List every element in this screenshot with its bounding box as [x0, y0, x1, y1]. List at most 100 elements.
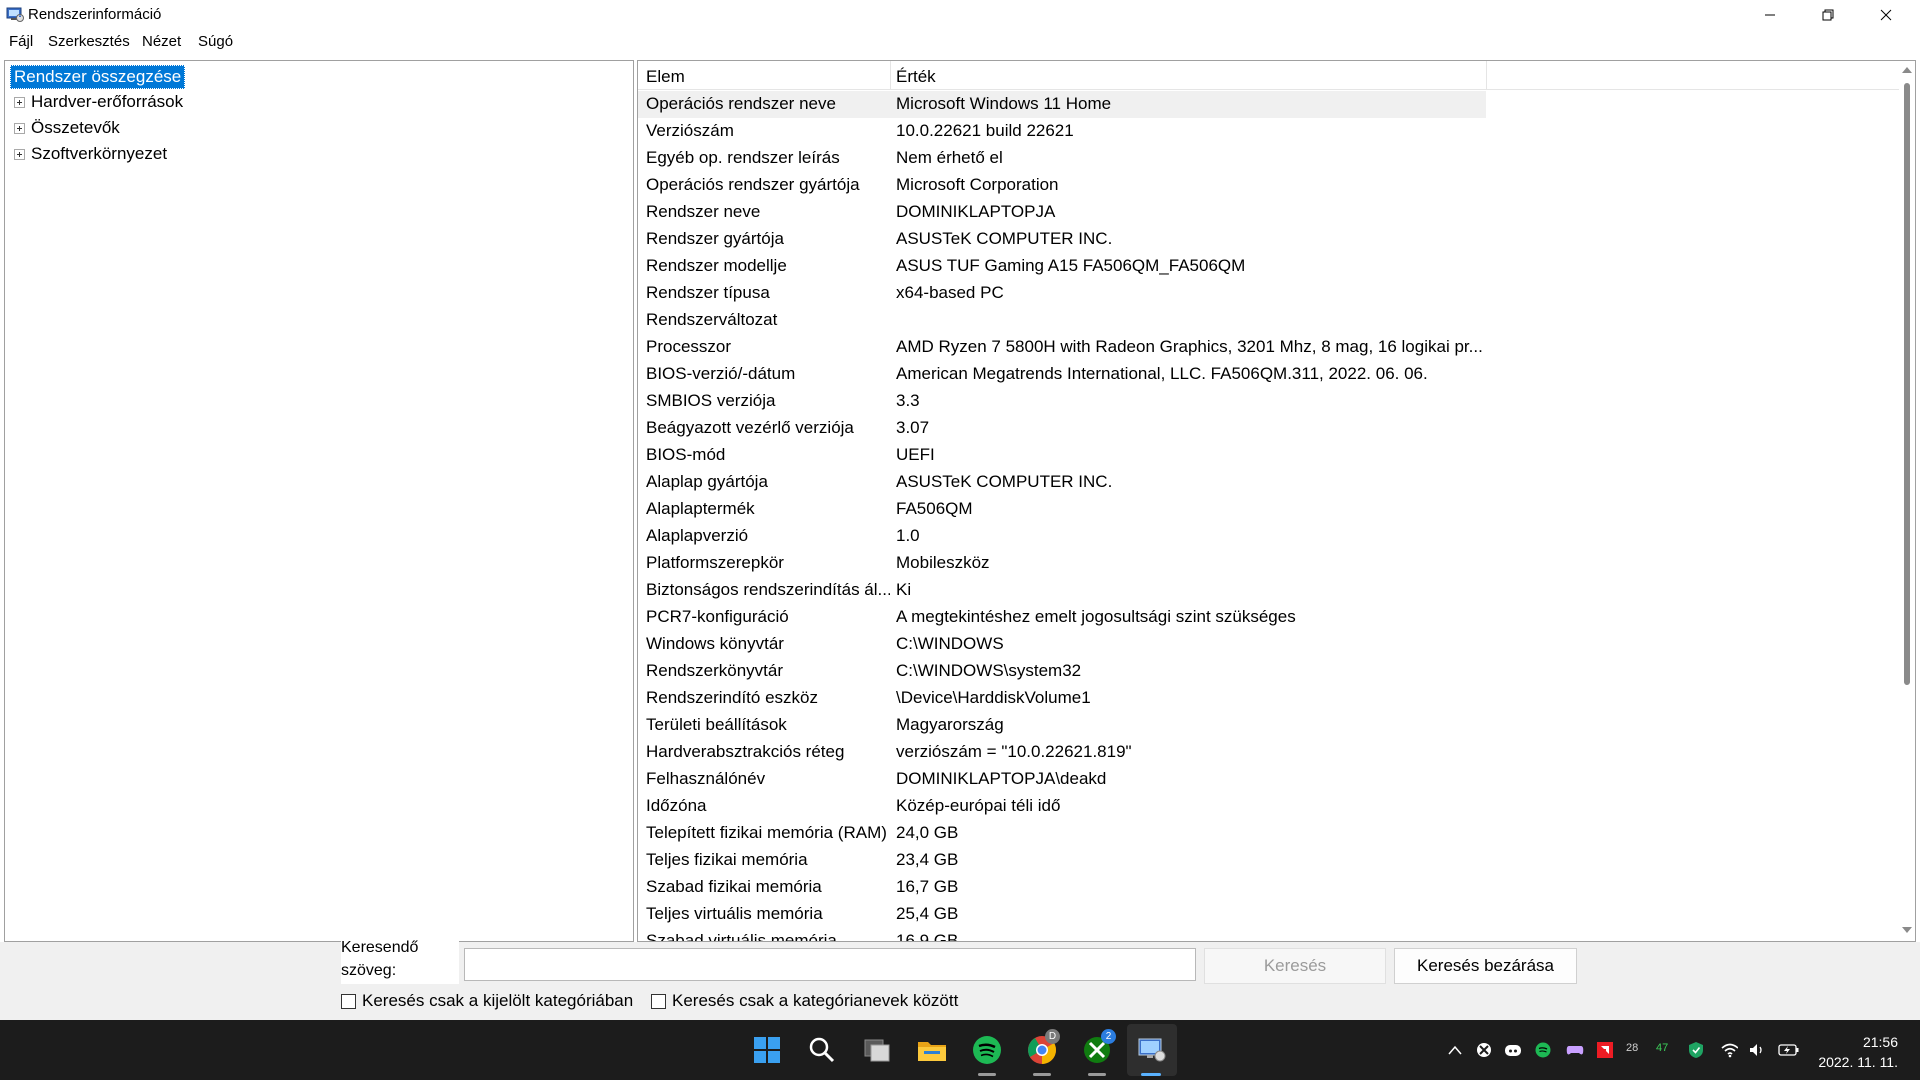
details-list[interactable]: Elem Érték Operációs rendszer neve Micros…	[637, 60, 1916, 942]
table-row[interactable]: Alaplap gyártója ASUSTeK COMPUTER INC.	[638, 469, 1486, 496]
row-value-cell: 16,7 GB	[896, 877, 959, 896]
checkbox-category-names[interactable]: Keresés csak a kategórianevek között	[651, 990, 958, 1012]
table-row[interactable]: PCR7-konfiguráció A megtekintéshez emelt …	[638, 604, 1486, 631]
row-value-cell: American Megatrends International, LLC. …	[896, 364, 1428, 383]
column-divider[interactable]	[1486, 61, 1487, 90]
row-value-cell: 24,0 GB	[896, 823, 959, 842]
table-row[interactable]: Telepített fizikai memória (RAM) 24,0 GB	[638, 820, 1486, 847]
amd-icon[interactable]	[1596, 1041, 1614, 1059]
search-button[interactable]: Keresés	[1204, 948, 1386, 984]
search-input[interactable]	[464, 948, 1196, 981]
expand-icon[interactable]	[14, 96, 25, 108]
security-shield-icon[interactable]	[1687, 1041, 1705, 1059]
table-row[interactable]: Verziószám 10.0.22621 build 22621	[638, 118, 1486, 145]
xbox-icon[interactable]: 2	[1080, 1029, 1116, 1067]
table-row[interactable]: Processzor AMD Ryzen 7 5800H with Radeon …	[638, 334, 1486, 361]
tree-item-label: Szoftverkörnyezet	[31, 144, 168, 163]
discord-icon[interactable]	[1504, 1041, 1522, 1059]
xbox-tray-icon[interactable]	[1475, 1041, 1493, 1059]
table-row[interactable]: Rendszer gyártója ASUSTeK COMPUTER INC.	[638, 226, 1486, 253]
row-item-cell: Szabad fizikai memória	[646, 877, 822, 896]
task-view-icon[interactable]	[860, 1033, 894, 1067]
search-label: Keresendő szöveg:	[341, 936, 459, 984]
scroll-up-icon[interactable]	[1902, 67, 1912, 73]
column-header-value[interactable]: Érték	[896, 67, 936, 87]
scroll-down-icon[interactable]	[1902, 927, 1912, 933]
checkbox-label: Keresés csak a kijelölt kategóriában	[362, 991, 634, 1010]
table-row[interactable]: BIOS-verzió/-dátum American Megatrends In…	[638, 361, 1486, 388]
battery-charging-icon[interactable]	[1778, 1041, 1800, 1059]
minimize-button[interactable]	[1741, 0, 1799, 29]
table-row[interactable]: Operációs rendszer gyártója Microsoft Cor…	[638, 172, 1486, 199]
table-row[interactable]: Rendszerindító eszköz \Device\HarddiskVol…	[638, 685, 1486, 712]
table-row[interactable]: Egyéb op. rendszer leírás Nem érhető el	[638, 145, 1486, 172]
table-row[interactable]: Rendszer neve DOMINIKLAPTOPJA	[638, 199, 1486, 226]
table-row[interactable]: Hardverabsztrakciós réteg verziószám = "1…	[638, 739, 1486, 766]
menu-file[interactable]: Fájl	[9, 33, 33, 50]
table-row[interactable]: Alaplaptermék FA506QM	[638, 496, 1486, 523]
file-explorer-icon[interactable]	[915, 1033, 949, 1067]
gamepad-icon[interactable]	[1566, 1041, 1584, 1059]
system-information-icon[interactable]	[1135, 1033, 1169, 1067]
menu-view[interactable]: Nézet	[142, 33, 181, 50]
table-row[interactable]: Operációs rendszer neve Microsoft Windows…	[638, 91, 1486, 118]
row-value-cell: FA506QM	[896, 499, 973, 518]
row-value-cell: 1.0	[896, 526, 920, 545]
table-row[interactable]: Időzóna Közép-európai téli idő	[638, 793, 1486, 820]
wifi-icon[interactable]	[1720, 1041, 1738, 1059]
table-row[interactable]: Windows könyvtár C:\WINDOWS	[638, 631, 1486, 658]
table-row[interactable]: Teljes fizikai memória 23,4 GB	[638, 847, 1486, 874]
table-row[interactable]: Szabad virtuális memória 16,9 GB	[638, 928, 1486, 941]
menu-edit[interactable]: Szerkesztés	[48, 33, 130, 50]
menu-bar: Fájl Szerkesztés Nézet Súgó	[0, 29, 1920, 54]
table-row[interactable]: Teljes virtuális memória 25,4 GB	[638, 901, 1486, 928]
table-row[interactable]: Felhasználónév DOMINIKLAPTOPJA\deakd	[638, 766, 1486, 793]
table-row[interactable]: BIOS-mód UEFI	[638, 442, 1486, 469]
menu-help[interactable]: Súgó	[198, 33, 233, 50]
spotify-tray-icon[interactable]	[1534, 1041, 1552, 1059]
table-row[interactable]: Biztonságos rendszerindítás ál... Ki	[638, 577, 1486, 604]
row-item-cell: Beágyazott vezérlő verziója	[646, 418, 854, 437]
chrome-icon[interactable]: D	[1025, 1029, 1060, 1067]
expand-icon[interactable]	[14, 122, 25, 134]
expand-icon[interactable]	[14, 148, 25, 160]
search-icon[interactable]	[805, 1033, 839, 1067]
restore-button[interactable]	[1799, 0, 1857, 29]
scrollbar-thumb[interactable]	[1904, 83, 1910, 685]
row-value-cell: DOMINIKLAPTOPJA	[896, 202, 1056, 221]
row-item-cell: Területi beállítások	[646, 715, 787, 734]
close-button[interactable]	[1857, 0, 1915, 29]
table-row[interactable]: Rendszerváltozat	[638, 307, 1486, 334]
table-row[interactable]: SMBIOS verziója 3.3	[638, 388, 1486, 415]
table-row[interactable]: Rendszer modellje ASUS TUF Gaming A15 FA5…	[638, 253, 1486, 280]
vertical-scrollbar[interactable]	[1899, 61, 1915, 941]
table-row[interactable]: Alaplapverzió 1.0	[638, 523, 1486, 550]
column-header-item[interactable]: Elem	[646, 67, 685, 87]
row-value-cell: 25,4 GB	[896, 904, 959, 923]
spotify-icon[interactable]	[970, 1033, 1004, 1067]
column-divider[interactable]	[890, 61, 891, 90]
table-row[interactable]: Platformszerepkör Mobileszköz	[638, 550, 1486, 577]
row-item-cell: Rendszerkönyvtár	[646, 661, 784, 680]
windows-start-icon[interactable]	[750, 1033, 784, 1067]
row-item-cell: Rendszerindító eszköz	[646, 688, 818, 707]
table-row[interactable]: Szabad fizikai memória 16,7 GB	[638, 874, 1486, 901]
row-value-cell: ASUSTeK COMPUTER INC.	[896, 229, 1113, 248]
checkbox-selected-category[interactable]: Keresés csak a kijelölt kategóriában	[341, 990, 633, 1012]
chevron-up-icon[interactable]	[1446, 1041, 1464, 1059]
table-row[interactable]: Rendszer típusa x64-based PC	[638, 280, 1486, 307]
tree-item-label: Hardver-erőforrások	[31, 92, 184, 111]
table-row[interactable]: Területi beállítások Magyarország	[638, 712, 1486, 739]
category-tree[interactable]: Rendszer összegzése Hardver-erőforrások …	[4, 60, 634, 942]
close-search-button[interactable]: Keresés bezárása	[1394, 948, 1577, 984]
minimize-icon	[1765, 14, 1775, 15]
speaker-icon[interactable]	[1748, 1041, 1766, 1059]
running-indicator	[1088, 1073, 1106, 1076]
checkbox[interactable]	[341, 993, 356, 1009]
table-row[interactable]: Rendszerkönyvtár C:\WINDOWS\system32	[638, 658, 1486, 685]
checkbox[interactable]	[651, 993, 666, 1009]
row-value-cell: Mobileszköz	[896, 553, 990, 572]
table-row[interactable]: Beágyazott vezérlő verziója 3.07	[638, 415, 1486, 442]
row-item-cell: Teljes fizikai memória	[646, 850, 808, 869]
clock[interactable]: 21:56 2022. 11. 11.	[1818, 1032, 1898, 1072]
